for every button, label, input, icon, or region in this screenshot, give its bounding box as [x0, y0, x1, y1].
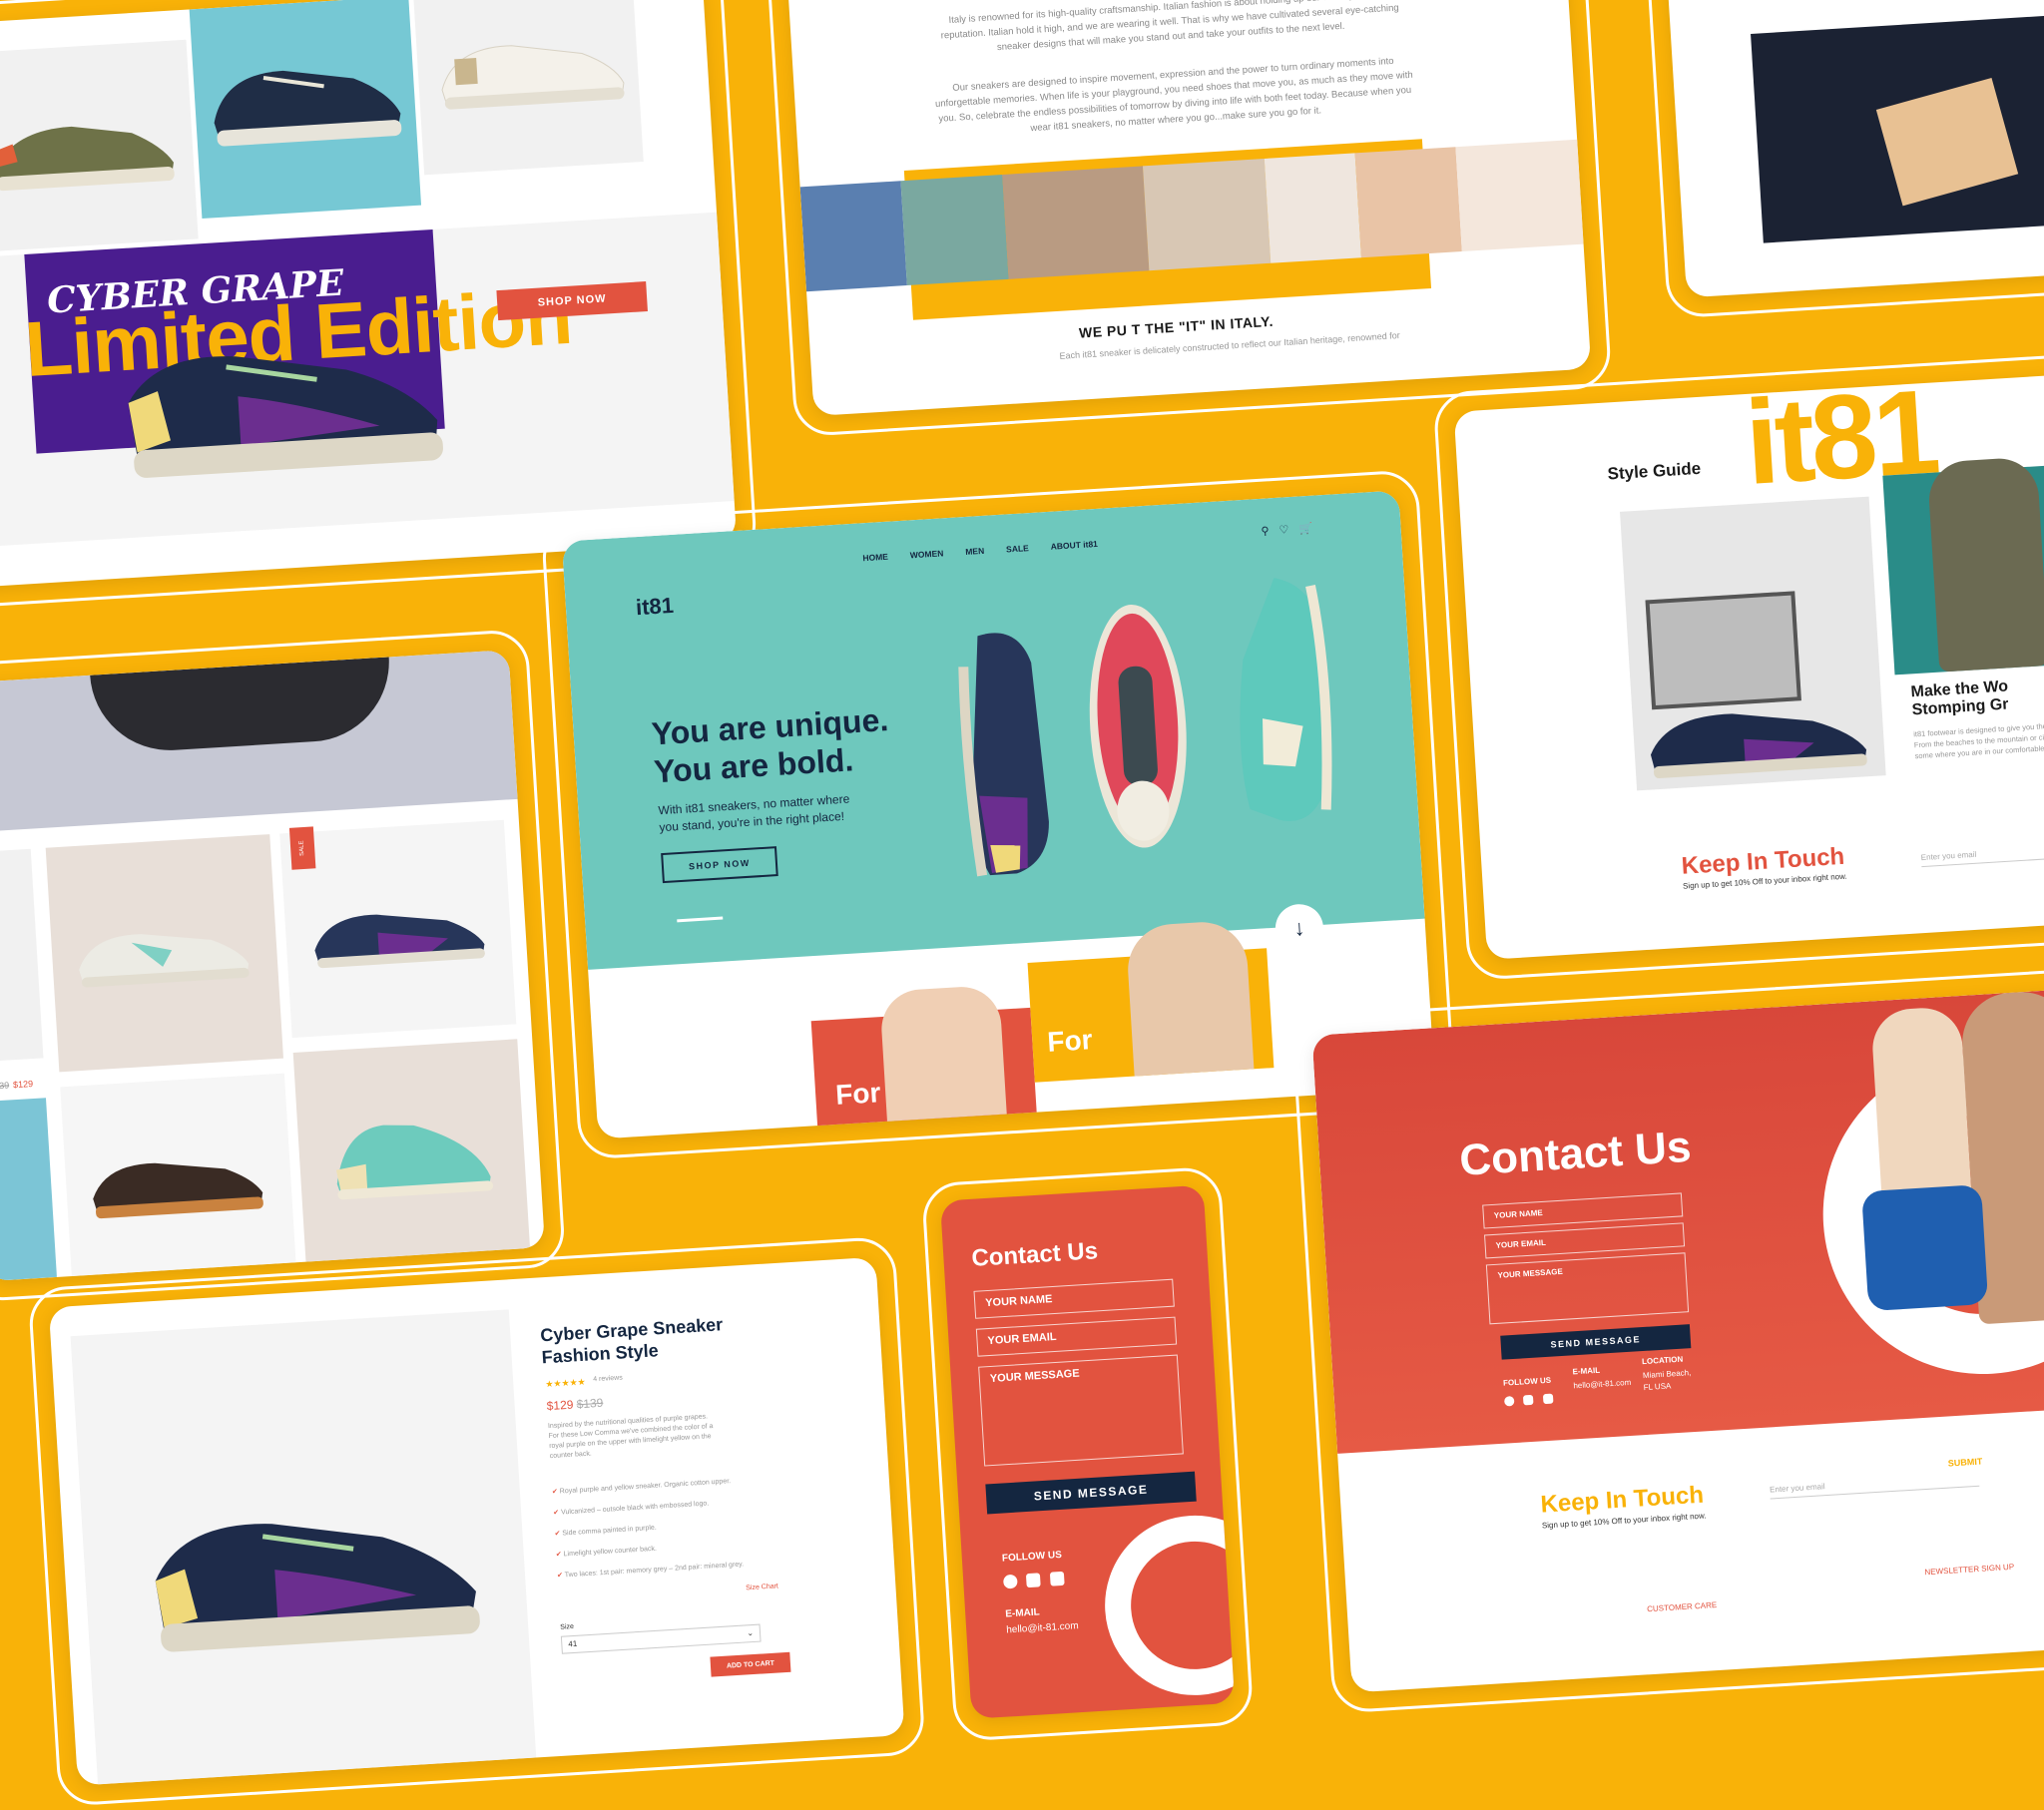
mint-low-sneaker-image — [79, 934, 250, 988]
instagram-icon[interactable] — [1026, 1573, 1042, 1588]
italy-screen: Italy is renowned for its high-quality c… — [786, 0, 1592, 416]
italy-paragraph: Italy is renowned for its high-quality c… — [940, 0, 1400, 54]
spotify-icon[interactable] — [1002, 1574, 1018, 1589]
follow-us-label: FOLLOW US — [1001, 1549, 1063, 1565]
brown-sneaker-image — [93, 1162, 263, 1219]
mint-high-sneaker-image — [335, 1125, 494, 1200]
feature-list: ✔ Royal purple and yellow sneaker. Organ… — [551, 1470, 757, 1586]
message-field[interactable]: YOUR MESSAGE — [978, 1354, 1184, 1467]
email-value[interactable]: hello@it-81.com — [1006, 1620, 1079, 1635]
purple-sneaker-image — [958, 633, 1049, 877]
price-old: $139 — [0, 1080, 10, 1092]
vimeo-icon[interactable] — [1049, 1571, 1065, 1586]
name-field[interactable]: YOUR NAME — [973, 1278, 1175, 1319]
heart-icon[interactable]: ♡ — [1278, 523, 1289, 537]
product-tile[interactable] — [0, 848, 44, 1062]
for-him-photo — [1125, 919, 1255, 1077]
product-tile[interactable] — [45, 834, 283, 1073]
product-tile[interactable] — [189, 0, 422, 220]
cyber-grape-sneaker-image — [128, 356, 443, 478]
location-value: FL USA — [1643, 1381, 1672, 1393]
search-icon[interactable]: ⚲ — [1261, 524, 1270, 537]
product-old-price: $139 — [576, 1395, 604, 1412]
size-label: Size — [560, 1622, 575, 1631]
white-sneaker-image — [441, 45, 625, 110]
contact-title: Contact Us — [970, 1237, 1099, 1272]
italy-heading: WE PU T THE "IT" IN ITALY. — [1078, 312, 1275, 341]
product-tile[interactable] — [0, 1098, 57, 1281]
submit-button[interactable]: SUBMIT — [1948, 1456, 1983, 1468]
lifestyle-screen — [1663, 0, 2044, 298]
newsletter-email-input[interactable]: Enter you email — [1920, 840, 2044, 868]
desktop-contact-screen: Contact Us YOUR NAME YOUR EMAIL YOUR MES… — [1311, 985, 2044, 1693]
product-detail-screen: Cyber Grape Sneaker Fashion Style ★★★★★ … — [48, 1256, 905, 1786]
price-new: $129 — [12, 1079, 34, 1091]
email-label: E-MAIL — [1005, 1606, 1041, 1620]
product-tile[interactable] — [413, 0, 644, 176]
cart-icon[interactable]: 🛒 — [1298, 522, 1312, 536]
olive-sneaker-image — [0, 126, 175, 192]
vimeo-icon[interactable] — [1542, 1393, 1554, 1405]
mobile-contact-screen: Contact Us YOUR NAME YOUR EMAIL YOUR MES… — [939, 1184, 1236, 1719]
product-description: Inspired by the nutritional qualities of… — [547, 1413, 714, 1461]
navy-sneaker-image — [214, 70, 402, 147]
footer-link[interactable]: NEWSLETTER SIGN UP — [1924, 1563, 2014, 1577]
cyber-grape-sneaker-image — [155, 1524, 480, 1652]
product-tile[interactable] — [60, 1073, 296, 1276]
style-guide-title: Style Guide — [1607, 458, 1702, 484]
chevron-down-icon: ⌄ — [747, 1627, 755, 1638]
newsletter-email-input[interactable]: Enter you email — [1769, 1472, 1980, 1500]
for-him-label: For — [1046, 1024, 1094, 1058]
social-icons — [1503, 1390, 1559, 1411]
send-message-button[interactable]: SEND MESSAGE — [985, 1471, 1197, 1515]
brand-logo[interactable]: it81 — [635, 593, 674, 621]
mockup-stage: Cyber Grape Limited Edition SHOP NOW Ita… — [0, 0, 2044, 1807]
review-count[interactable]: 4 reviews — [593, 1375, 623, 1384]
style-guide-screen: Style Guide it81 Make the Wo Stomping Gr… — [1453, 372, 2044, 960]
mint-sneaker-image — [1240, 578, 1332, 821]
size-chart-link[interactable]: Size Chart — [746, 1583, 778, 1591]
spotify-icon[interactable] — [1503, 1396, 1515, 1407]
product-grid-screen: SALE $139 $129 — [0, 650, 546, 1282]
email-field[interactable]: YOUR EMAIL — [975, 1316, 1178, 1357]
for-her-photo — [879, 984, 1007, 1122]
red-sneaker-image — [1089, 604, 1187, 848]
nav-item-home[interactable]: HOME — [862, 552, 888, 564]
size-select[interactable]: 41 ⌄ — [560, 1623, 762, 1654]
style-description: it81 footwear is designed to give you th… — [1912, 718, 2044, 761]
nav-item-sale[interactable]: SALE — [1006, 543, 1029, 554]
instagram-icon[interactable] — [1523, 1394, 1534, 1406]
social-icons — [1002, 1571, 1070, 1594]
decor-circle — [1099, 1510, 1236, 1701]
italy-paragraph: Our sneakers are designed to inspire mov… — [934, 55, 1414, 135]
limited-edition-screen: Cyber Grape Limited Edition SHOP NOW — [0, 0, 738, 590]
boombox-graphic — [1645, 591, 1801, 710]
model-jeans — [1861, 1184, 1989, 1312]
rating-stars: ★★★★★ — [545, 1376, 586, 1390]
product-tile[interactable] — [0, 39, 199, 252]
footer-link[interactable]: CUSTOMER CARE — [1647, 1600, 1718, 1613]
navy-sneaker-image — [1650, 713, 1867, 778]
add-to-cart-button[interactable]: ADD TO CART — [710, 1651, 791, 1677]
purple-sneaker-image — [314, 914, 485, 969]
for-her-label: For — [834, 1077, 882, 1111]
nav-item-men[interactable]: MEN — [965, 546, 984, 557]
message-field[interactable]: YOUR MESSAGE — [1485, 1252, 1690, 1325]
product-price: $129 — [546, 1397, 574, 1414]
email-label: E-MAIL — [1572, 1365, 1601, 1377]
style-model-figure — [1926, 456, 2044, 673]
nav-item-women[interactable]: WOMEN — [910, 548, 944, 560]
product-tile[interactable] — [279, 819, 517, 1039]
sale-badge: SALE — [288, 826, 316, 870]
product-tile[interactable] — [292, 1039, 531, 1262]
